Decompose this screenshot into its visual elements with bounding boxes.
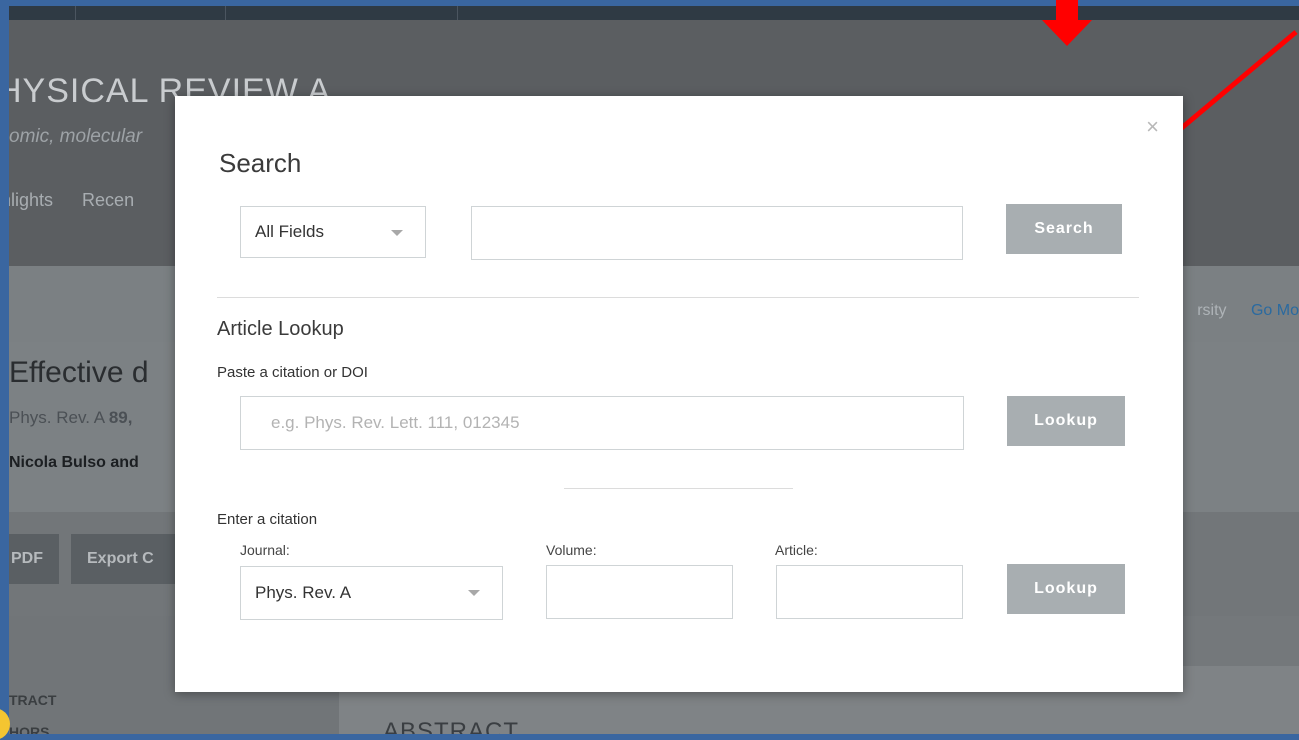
article-number-input[interactable] [776, 565, 963, 619]
article-title: Effective d [9, 356, 149, 389]
search-field-select[interactable]: All Fields [240, 206, 426, 258]
article-journal-ref: Phys. Rev. A [9, 408, 109, 427]
chevron-down-icon [391, 230, 403, 236]
institution-links: rsity Go Mo [1197, 302, 1299, 320]
lookup-citation-button[interactable]: Lookup [1007, 564, 1125, 614]
search-input[interactable] [471, 206, 963, 260]
pdf-button[interactable]: PDF [9, 534, 59, 584]
journal-subtitle: omic, molecular [9, 126, 143, 147]
section-divider [217, 297, 1139, 298]
institution-name: rsity [1197, 302, 1227, 319]
nav-recent[interactable]: Recen [82, 190, 134, 210]
yellow-badge-icon [0, 709, 10, 739]
abstract-heading: ABSTRACT [383, 718, 520, 734]
article-reference: Phys. Rev. A 89, [9, 408, 132, 428]
go-mobile-link[interactable]: Go Mo [1251, 302, 1299, 319]
journal-nav: hlights Recen [9, 190, 158, 211]
article-lookup-heading: Article Lookup [217, 318, 344, 340]
sidebar-link-abstract[interactable]: TRACT [9, 692, 56, 708]
journal-select-value: Phys. Rev. A [255, 583, 352, 602]
nav-highlights[interactable]: hlights [9, 190, 53, 210]
citation-divider [564, 488, 793, 489]
search-button[interactable]: Search [1006, 204, 1122, 254]
search-field-value: All Fields [255, 222, 324, 241]
close-icon[interactable]: × [1146, 114, 1159, 140]
search-heading: Search [219, 148, 302, 178]
paste-citation-label: Paste a citation or DOI [217, 364, 368, 381]
article-authors[interactable]: Nicola Bulso and [9, 454, 139, 472]
journal-select[interactable]: Phys. Rev. A [240, 566, 503, 620]
journal-label: Journal: [240, 542, 290, 558]
article-label: Article: [775, 542, 818, 558]
lookup-doi-button[interactable]: Lookup [1007, 396, 1125, 446]
citation-doi-input[interactable] [240, 396, 964, 450]
chevron-down-icon [468, 590, 480, 596]
red-arrow-down-icon [1042, 0, 1092, 46]
top-tab-strip [9, 6, 1299, 20]
volume-label: Volume: [546, 542, 597, 558]
tab-divider [457, 6, 458, 20]
volume-input[interactable] [546, 565, 733, 619]
search-modal: × Search All Fields Search Article Looku… [175, 96, 1183, 692]
tab-divider [75, 6, 76, 20]
enter-citation-label: Enter a citation [217, 511, 318, 528]
article-volume: 89, [108, 408, 133, 427]
tab-divider [225, 6, 226, 20]
